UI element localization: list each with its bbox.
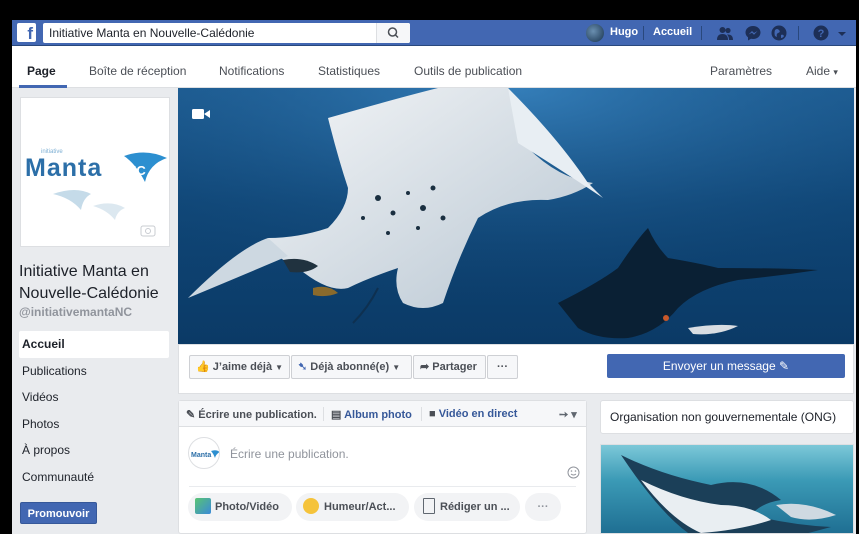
tab-inbox[interactable]: Boîte de réception xyxy=(89,64,186,78)
profile-link[interactable]: Hugo xyxy=(610,26,638,38)
thumbs-up-icon: 👍 xyxy=(196,361,210,373)
share-button[interactable]: ➦ Partager xyxy=(413,355,486,379)
manta-cover-image xyxy=(178,88,854,344)
manta-photo xyxy=(621,455,836,533)
top-bar: f Initiative Manta en Nouvelle-Calédonie… xyxy=(12,20,856,46)
tab-page[interactable]: Page xyxy=(27,64,56,78)
left-nav-posts[interactable]: Publications xyxy=(19,358,169,385)
profile-picture[interactable]: initiative Manta NC xyxy=(20,97,170,247)
tab-insights[interactable]: Statistiques xyxy=(318,64,380,78)
composer-tab-live[interactable]: ■ Vidéo en direct xyxy=(429,408,517,420)
write-note-button[interactable]: Rédiger un ... xyxy=(414,493,520,521)
feeling-activity-label: Humeur/Act... xyxy=(324,501,396,513)
manta-nc-logo: initiative Manta NC xyxy=(25,149,167,237)
tab-publishing-tools[interactable]: Outils de publication xyxy=(414,64,522,78)
divider xyxy=(189,486,576,487)
chevron-down-icon: ▼ xyxy=(392,363,401,372)
chevron-down-icon: ▾ xyxy=(833,67,838,77)
share-arrow-icon: ➦ xyxy=(420,361,430,373)
album-icon: ▤ xyxy=(331,409,342,421)
promote-button[interactable]: Promouvoir xyxy=(20,502,97,524)
more-options-button[interactable]: ··· xyxy=(525,493,561,521)
page-username[interactable]: @initiativemantaNC xyxy=(19,305,132,319)
user-avatar[interactable] xyxy=(586,24,604,42)
follow-label: Déjà abonné(e) xyxy=(310,361,390,373)
video-camera-icon: ■ xyxy=(429,408,436,420)
left-nav-about[interactable]: À propos xyxy=(19,437,169,464)
divider xyxy=(798,26,799,40)
logo-text: Manta xyxy=(25,154,102,182)
pencil-icon: ✎ xyxy=(779,359,790,373)
messenger-icon[interactable] xyxy=(744,24,762,42)
composer-tab-write-label: Écrire une publication. xyxy=(198,409,317,421)
photo-icon xyxy=(195,498,211,514)
caret-down-icon[interactable] xyxy=(836,24,848,42)
note-icon xyxy=(423,498,435,514)
manta-avatar-logo: Manta xyxy=(191,450,219,459)
divider xyxy=(323,407,324,421)
globe-icon[interactable] xyxy=(770,24,788,42)
divider xyxy=(421,407,422,421)
video-camera-icon xyxy=(192,109,210,119)
page-action-bar: 👍 J’aime déjà ▼ ➷ Déjà abonné(e) ▼ ➦ Par… xyxy=(178,344,854,394)
write-note-label: Rédiger un ... xyxy=(440,501,510,513)
composer-tabs: ✎ Écrire une publication. ▤ Album photo … xyxy=(179,401,586,427)
page-title[interactable]: Initiative Manta en Nouvelle-Calédonie xyxy=(19,261,179,305)
friends-icon[interactable] xyxy=(716,24,734,42)
rss-icon: ➷ xyxy=(298,361,308,373)
left-nav-photos[interactable]: Photos xyxy=(19,411,169,438)
tab-notifications[interactable]: Notifications xyxy=(219,64,284,78)
post-composer: ✎ Écrire une publication. ▤ Album photo … xyxy=(178,400,587,534)
emoji-icon[interactable] xyxy=(567,466,580,479)
divider xyxy=(701,26,702,40)
left-nav-home[interactable]: Accueil xyxy=(19,331,169,358)
featured-photo[interactable] xyxy=(600,444,854,534)
pencil-icon: ✎ xyxy=(186,409,196,421)
audience-selector[interactable]: ➙ ▾ xyxy=(559,408,577,421)
more-actions-button[interactable]: ··· xyxy=(487,355,518,379)
search-value: Initiative Manta en Nouvelle-Calédonie xyxy=(49,26,255,40)
avatar-text: Manta xyxy=(191,452,211,459)
facebook-page-frame: f Initiative Manta en Nouvelle-Calédonie… xyxy=(12,20,856,534)
send-message-button[interactable]: Envoyer un message ✎ xyxy=(607,354,845,378)
chevron-down-icon: ▼ xyxy=(275,363,284,372)
left-nav-community[interactable]: Communauté xyxy=(19,464,169,491)
page-category[interactable]: Organisation non gouvernementale (ONG) xyxy=(600,400,854,434)
facebook-logo[interactable]: f xyxy=(17,23,36,42)
share-label: Partager xyxy=(432,361,477,373)
logo-badge: NC xyxy=(127,163,146,178)
search-input[interactable]: Initiative Manta en Nouvelle-Calédonie xyxy=(43,23,410,43)
active-tab-indicator xyxy=(19,85,67,88)
page-avatar: Manta xyxy=(188,437,220,469)
home-link[interactable]: Accueil xyxy=(653,26,692,38)
composer-tab-write[interactable]: ✎ Écrire une publication. xyxy=(186,408,317,421)
follow-button[interactable]: ➷ Déjà abonné(e) ▼ xyxy=(291,355,412,379)
help-icon[interactable]: ? xyxy=(812,24,830,42)
composer-tab-live-label: Vidéo en direct xyxy=(438,408,518,420)
photo-video-label: Photo/Vidéo xyxy=(215,501,279,513)
photo-video-button[interactable]: Photo/Vidéo xyxy=(188,493,292,521)
search-icon xyxy=(387,27,399,39)
svg-text:?: ? xyxy=(818,28,825,40)
send-message-label: Envoyer un message xyxy=(662,359,776,373)
smiley-icon xyxy=(303,498,319,514)
left-nav: Accueil Publications Vidéos Photos À pro… xyxy=(19,331,169,491)
composer-tab-album[interactable]: ▤ Album photo xyxy=(331,408,412,421)
page-nav-bar: Page Boîte de réception Notifications St… xyxy=(12,46,856,88)
tab-help[interactable]: Aide ▾ xyxy=(806,64,838,78)
composer-tab-album-label: Album photo xyxy=(344,409,412,421)
like-button[interactable]: 👍 J’aime déjà ▼ xyxy=(189,355,290,379)
tab-settings[interactable]: Paramètres xyxy=(710,64,772,78)
search-button[interactable] xyxy=(376,23,410,43)
like-label: J’aime déjà xyxy=(212,361,273,373)
cover-video[interactable] xyxy=(178,88,854,344)
composer-input[interactable]: Écrire une publication. xyxy=(230,447,349,461)
feeling-activity-button[interactable]: Humeur/Act... xyxy=(296,493,409,521)
left-nav-videos[interactable]: Vidéos xyxy=(19,384,169,411)
divider xyxy=(643,26,644,40)
help-label: Aide xyxy=(806,64,831,78)
